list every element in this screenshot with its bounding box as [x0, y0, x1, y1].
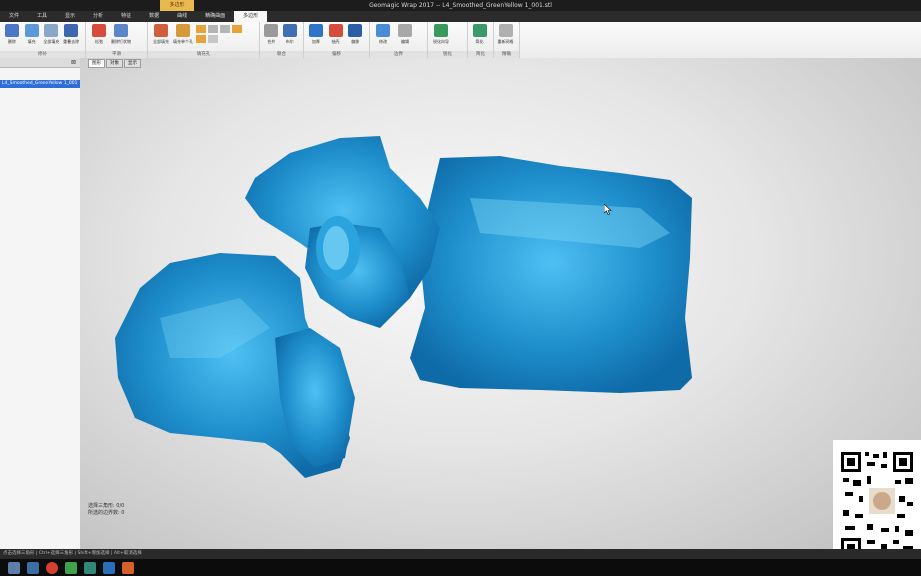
- avatar: [873, 492, 891, 510]
- hole-option-6-icon[interactable]: [208, 35, 218, 43]
- menu-bar: 文件 工具 显示 分析 特征 数据 曲线 精确曲面 多边形: [0, 11, 921, 22]
- thicken-icon: [308, 24, 323, 37]
- title-bar: 多边形 Geomagic Wrap 2017 -- L4_Smoothed_Gr…: [0, 0, 921, 11]
- qr-code-icon: [839, 450, 915, 562]
- shell-icon: [328, 24, 343, 37]
- pedicle-stub-face: [323, 226, 349, 270]
- fill-button[interactable]: 填充: [23, 24, 41, 48]
- stats-boundaries: 所选的边界数: 0: [88, 510, 125, 516]
- remove-spikes-button[interactable]: 删除钉状物: [111, 24, 131, 48]
- model-manager-panel: ⊠ L4_Smoothed_GreenYellow 1_001: [0, 58, 81, 549]
- remesh-icon: [498, 24, 513, 37]
- offset-icon: [348, 24, 363, 37]
- edit-icon: [398, 24, 412, 37]
- spikes-icon: [114, 24, 128, 37]
- menu-file[interactable]: 文件: [0, 11, 28, 22]
- hole-option-3-icon[interactable]: [220, 25, 230, 33]
- offset-button[interactable]: 偏移: [346, 24, 364, 48]
- ribbon-group-smooth: 松弛 删除钉状物 平滑: [86, 22, 148, 58]
- menu-features[interactable]: 特征: [112, 11, 140, 22]
- relax-icon: [92, 24, 106, 37]
- fill-single-icon: [176, 24, 190, 37]
- fill-all-holes-button[interactable]: 全部填充: [151, 24, 171, 48]
- sharpen-icon: [434, 24, 448, 37]
- ribbon-group-simplify: 简化 简化: [468, 22, 494, 58]
- vertebral-body[interactable]: [410, 156, 692, 393]
- remesh-button[interactable]: 重新网格: [497, 24, 514, 48]
- menu-curves[interactable]: 曲线: [168, 11, 196, 22]
- ribbon-group-repair: 删除 填充 全部填充 重叠去除 修补: [0, 22, 86, 58]
- modify-icon: [376, 24, 390, 37]
- delete-icon: [4, 24, 19, 37]
- ribbon-group-fill-holes: 全部填充 填充单个孔 填充孔: [148, 22, 260, 58]
- menu-polygon[interactable]: 多边形: [234, 11, 268, 22]
- fill-all-button[interactable]: 全部填充: [43, 24, 61, 48]
- stats-triangles: 选择三角形: 0/0: [88, 503, 125, 509]
- shell-button[interactable]: 抽壳: [327, 24, 345, 48]
- qr-code: [833, 440, 921, 567]
- taskbar: 点击选择三角形 | Ctrl+选择三角形 | Shift+增加选择 | Alt+…: [0, 549, 921, 576]
- selection-stats: 选择三角形: 0/0 所选的边界数: 0: [88, 503, 124, 517]
- fill-all-icon: [44, 24, 59, 37]
- overlap-remove-button[interactable]: 重叠去除: [62, 24, 80, 48]
- window-title: Geomagic Wrap 2017 -- L4_Smoothed_GreenY…: [369, 2, 552, 9]
- relax-button[interactable]: 松弛: [89, 24, 109, 48]
- status-bar: 点击选择三角形 | Ctrl+选择三角形 | Shift+增加选择 | Alt+…: [0, 549, 921, 559]
- hole-option-1-icon[interactable]: [196, 25, 206, 33]
- ribbon-group-sharpen: 锐化向导 锐化: [428, 22, 468, 58]
- ribbon-group-offset: 加厚 抽壳 偏移 偏移: [304, 22, 370, 58]
- tree-item-model[interactable]: L4_Smoothed_GreenYellow 1_001: [0, 80, 80, 88]
- delete-button[interactable]: 删除: [3, 24, 21, 48]
- menu-analysis[interactable]: 分析: [84, 11, 112, 22]
- simplify-button[interactable]: 简化: [471, 24, 488, 48]
- modify-boundary-button[interactable]: 修改: [373, 24, 393, 48]
- edit-boundary-button[interactable]: 编辑: [395, 24, 415, 48]
- thicken-button[interactable]: 加厚: [307, 24, 325, 48]
- ribbon-group-boundary: 修改 编辑 边界: [370, 22, 428, 58]
- vertebra-model[interactable]: [80, 58, 921, 549]
- ribbon: 删除 填充 全部填充 重叠去除 修补 松弛 删除钉状物 平滑 全部填充 填充单个…: [0, 22, 921, 59]
- wechat-icon[interactable]: [65, 562, 77, 574]
- calculator-icon[interactable]: [8, 562, 20, 574]
- mouse-cursor-icon: [603, 203, 612, 217]
- explorer-icon[interactable]: [27, 562, 39, 574]
- merge-icon: [264, 24, 279, 37]
- wps-icon[interactable]: [122, 562, 134, 574]
- merge-button[interactable]: 合并: [263, 24, 280, 48]
- pin-icon[interactable]: ⊠: [71, 58, 76, 67]
- hole-option-5-icon[interactable]: [196, 35, 206, 43]
- menu-data[interactable]: 数据: [140, 11, 168, 22]
- menu-tools[interactable]: 工具: [28, 11, 56, 22]
- boolean-button[interactable]: 布尔: [282, 24, 299, 48]
- fill-single-button[interactable]: 填充单个孔: [173, 24, 193, 48]
- fill-hole-options: [195, 24, 251, 44]
- chrome-icon[interactable]: [46, 562, 58, 574]
- hole-option-4-icon[interactable]: [232, 25, 242, 33]
- panel-header: ⊠: [0, 58, 80, 68]
- geomagic-icon[interactable]: [84, 562, 96, 574]
- hole-option-2-icon[interactable]: [208, 25, 218, 33]
- sharpen-wizard-button[interactable]: 锐化向导: [431, 24, 451, 48]
- 3d-viewport[interactable]: 图形 对象 显示 选择三角形: 0/0 所选的边界数: 0: [80, 58, 921, 549]
- taskbar-icons: [0, 562, 921, 574]
- overlap-icon: [64, 24, 79, 37]
- fill-holes-icon: [154, 24, 168, 37]
- ribbon-group-exact: 重新网格 精确: [494, 22, 520, 58]
- boolean-icon: [282, 24, 297, 37]
- fill-icon: [24, 24, 39, 37]
- ribbon-group-union: 合并 布尔 联合: [260, 22, 304, 58]
- app-icon[interactable]: [103, 562, 115, 574]
- menu-display[interactable]: 显示: [56, 11, 84, 22]
- menu-exact-surface[interactable]: 精确曲面: [196, 11, 234, 22]
- simplify-icon: [472, 24, 487, 37]
